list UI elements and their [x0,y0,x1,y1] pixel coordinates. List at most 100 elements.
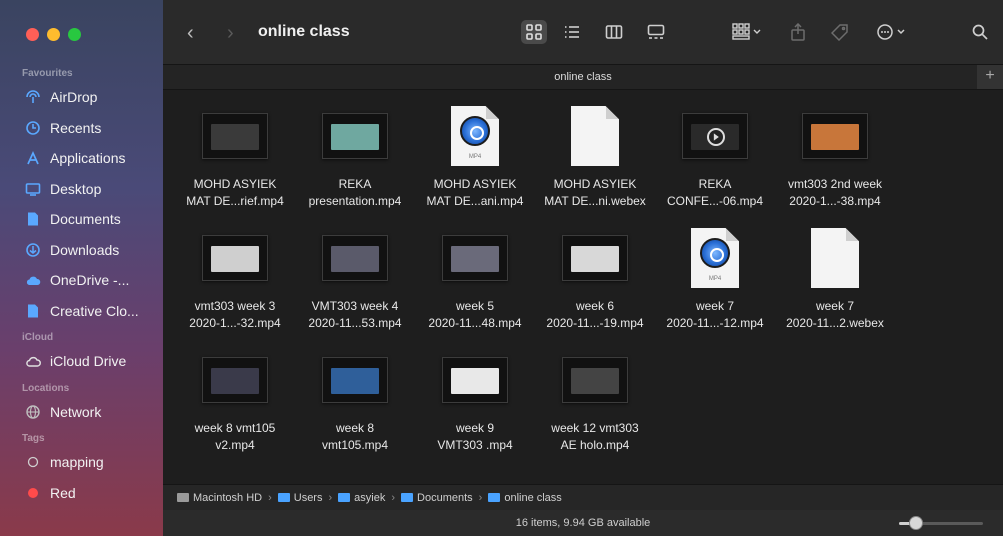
close-window-button[interactable] [26,28,39,41]
file-item[interactable]: week 5 2020-11...48.mp4 [415,226,535,348]
path-crumb[interactable]: Documents [401,492,473,504]
minimize-window-button[interactable] [47,28,60,41]
group-by-button[interactable] [725,20,769,44]
folder-icon [338,493,351,502]
file-name-line1: week 9 [455,421,495,435]
path-crumb[interactable]: asyiek [338,492,385,504]
video-frame [331,124,379,150]
quicktime-icon [460,116,490,146]
forward-button[interactable]: › [227,22,234,45]
file-item[interactable]: week 8 vmt105.mp4 [295,348,415,470]
file-name-line2: vmt105.mp4 [321,438,389,452]
file-thumbnail [655,104,775,168]
search-icon [972,24,988,40]
tag-circle-icon [24,454,42,470]
file-name: week 8 vmt105.mp4 [322,420,388,454]
file-item[interactable]: MOHD ASYIEK MAT DE...ni.webex [535,104,655,226]
tab-bar: online class + [163,64,1003,90]
search-button[interactable] [967,20,993,44]
sidebar-section-heading: Favourites [22,68,73,79]
sidebar-item-applications[interactable]: Applications [0,143,163,174]
sidebar-item-red[interactable]: Red [0,478,163,509]
file-item[interactable]: REKA CONFE...-06.mp4 [655,104,775,226]
toolbar: ‹ › online class [163,0,1003,64]
path-crumb[interactable]: Macintosh HD [177,492,262,504]
mp4-file-icon: MP4 [451,106,499,166]
file-name-line1: week 8 vmt105 [194,421,276,435]
sidebar-item-label: Creative Clo... [50,302,139,319]
path-crumb[interactable]: Users [277,491,323,504]
file-item[interactable]: MP4 week 7 2020-11...-12.mp4 [655,226,775,348]
path-crumb[interactable]: online class [488,492,562,504]
sidebar-item-airdrop[interactable]: AirDrop [0,82,163,113]
file-name: week 8 vmt105 v2.mp4 [195,420,276,454]
tag-button[interactable] [827,20,853,44]
ellipsis-circle-icon [877,24,905,40]
file-item[interactable]: week 9 VMT303 .mp4 [415,348,535,470]
file-thumbnail: MP4 [415,104,535,168]
file-name-line2: VMT303 .mp4 [437,438,513,452]
video-thumbnail [322,113,388,159]
chevron-right-icon: › [478,491,483,504]
sidebar-item-icloud-drive[interactable]: iCloud Drive [0,346,163,377]
icon-size-slider[interactable] [899,516,983,530]
file-item[interactable]: week 12 vmt303 AE holo.mp4 [535,348,655,470]
desktop-icon [24,181,42,197]
file-item[interactable]: REKA presentation.mp4 [295,104,415,226]
file-item[interactable]: week 7 2020-11...2.webex [775,226,895,348]
sidebar-item-mapping[interactable]: mapping [0,447,163,478]
document-file-icon [571,106,619,166]
video-thumbnail [562,357,628,403]
zoom-window-button[interactable] [68,28,81,41]
file-name-line2: 2020-11...-12.mp4 [666,316,764,330]
sidebar-item-onedrive[interactable]: OneDrive -... [0,265,163,296]
file-item[interactable]: MP4 MOHD ASYIEK MAT DE...ani.mp4 [415,104,535,226]
file-item[interactable]: vmt303 2nd week 2020-1...-38.mp4 [775,104,895,226]
file-thumbnail [775,226,895,290]
list-view-button[interactable] [559,20,585,44]
file-name-line1: MOHD ASYIEK [433,177,517,191]
file-name: week 7 2020-11...-12.mp4 [666,298,763,332]
sidebar-item-creative-clo[interactable]: Creative Clo... [0,296,163,327]
sidebar-item-documents[interactable]: Documents [0,204,163,235]
file-item[interactable]: week 8 vmt105 v2.mp4 [175,348,295,470]
file-name: week 9 VMT303 .mp4 [437,420,512,454]
video-frame [811,124,859,150]
file-name: MOHD ASYIEK MAT DE...ani.mp4 [427,176,524,210]
back-button[interactable]: ‹ [187,22,194,45]
file-item[interactable]: MOHD ASYIEK MAT DE...rief.mp4 [175,104,295,226]
share-button[interactable] [785,20,811,44]
file-thumbnail [535,226,655,290]
file-name-line2: 2020-1...-32.mp4 [189,316,281,330]
file-name-line2: 2020-11...53.mp4 [308,316,402,330]
file-item[interactable]: week 6 2020-11...-19.mp4 [535,226,655,348]
tab-online-class[interactable]: online class [554,71,611,83]
sidebar-item-downloads[interactable]: Downloads [0,235,163,266]
file-name-line2: presentation.mp4 [308,194,402,208]
gallery-view-button[interactable] [643,20,669,44]
sidebar-item-recents[interactable]: Recents [0,113,163,144]
document-file-icon [811,228,859,288]
icon-size-slider-knob[interactable] [908,516,923,530]
file-name-line2: MAT DE...ani.mp4 [426,194,524,208]
sidebar-item-label: Downloads [50,241,120,258]
icon-view-button[interactable] [521,20,547,44]
file-name: week 5 2020-11...48.mp4 [428,298,521,332]
path-crumb-label: Users [293,491,323,504]
status-text: 16 items, 9.94 GB available [515,517,651,529]
status-bar: 16 items, 9.94 GB available [163,510,1003,536]
icloud-icon [24,353,42,369]
file-item[interactable]: vmt303 week 3 2020-1...-32.mp4 [175,226,295,348]
file-item[interactable]: VMT303 week 4 2020-11...53.mp4 [295,226,415,348]
sidebar-item-desktop[interactable]: Desktop [0,174,163,205]
columns-icon [605,25,623,39]
column-view-button[interactable] [601,20,627,44]
sidebar-item-network[interactable]: Network [0,397,163,428]
action-menu-button[interactable] [871,20,911,44]
globe-icon [24,404,42,420]
video-thumbnail [562,235,628,281]
file-name-line2: CONFE...-06.mp4 [666,194,764,208]
new-tab-button[interactable]: + [977,65,1003,89]
grid-icon [526,24,542,40]
file-name-line1: MOHD ASYIEK [553,177,637,191]
